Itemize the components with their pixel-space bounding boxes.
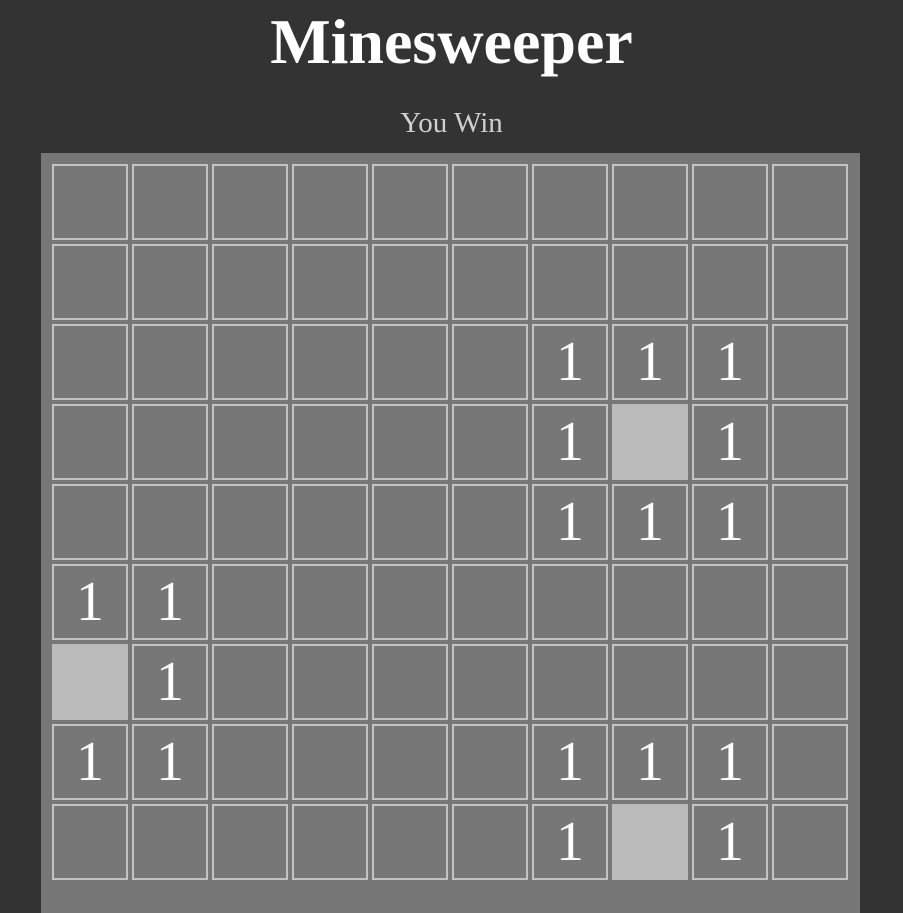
empty-cell[interactable] [292, 564, 368, 640]
empty-cell[interactable] [132, 484, 208, 560]
empty-cell[interactable] [372, 724, 448, 800]
empty-cell[interactable] [212, 804, 288, 880]
number-cell[interactable]: 1 [132, 644, 208, 720]
empty-cell[interactable] [212, 324, 288, 400]
empty-cell[interactable] [212, 164, 288, 240]
empty-cell[interactable] [132, 244, 208, 320]
number-cell[interactable]: 1 [692, 404, 768, 480]
empty-cell[interactable] [772, 324, 848, 400]
number-cell[interactable]: 1 [52, 724, 128, 800]
empty-cell[interactable] [772, 164, 848, 240]
empty-cell[interactable] [132, 324, 208, 400]
number-cell[interactable]: 1 [532, 804, 608, 880]
number-cell[interactable]: 1 [532, 404, 608, 480]
empty-cell[interactable] [612, 244, 688, 320]
number-cell[interactable]: 1 [612, 724, 688, 800]
empty-cell[interactable] [772, 244, 848, 320]
empty-cell[interactable] [372, 404, 448, 480]
number-cell[interactable]: 1 [692, 724, 768, 800]
number-cell[interactable]: 1 [532, 324, 608, 400]
empty-cell[interactable] [532, 244, 608, 320]
number-cell[interactable]: 1 [692, 804, 768, 880]
empty-cell[interactable] [292, 164, 368, 240]
number-cell[interactable]: 1 [692, 324, 768, 400]
empty-cell[interactable] [372, 644, 448, 720]
empty-cell[interactable] [532, 644, 608, 720]
number-cell[interactable]: 1 [532, 484, 608, 560]
empty-cell[interactable] [452, 404, 528, 480]
empty-cell[interactable] [452, 724, 528, 800]
empty-cell[interactable] [292, 804, 368, 880]
empty-cell[interactable] [292, 244, 368, 320]
empty-cell[interactable] [772, 724, 848, 800]
empty-cell[interactable] [52, 164, 128, 240]
empty-cell[interactable] [292, 324, 368, 400]
empty-cell[interactable] [372, 804, 448, 880]
game-board: 111111111111111111 [41, 153, 860, 913]
empty-cell[interactable] [452, 244, 528, 320]
mine-cell[interactable] [52, 644, 128, 720]
game-status: You Win [400, 107, 503, 139]
empty-cell[interactable] [452, 484, 528, 560]
empty-cell[interactable] [292, 644, 368, 720]
empty-cell[interactable] [52, 804, 128, 880]
empty-cell[interactable] [52, 484, 128, 560]
empty-cell[interactable] [212, 244, 288, 320]
empty-cell[interactable] [372, 324, 448, 400]
number-cell[interactable]: 1 [612, 484, 688, 560]
number-cell[interactable]: 1 [132, 564, 208, 640]
empty-cell[interactable] [132, 404, 208, 480]
empty-cell[interactable] [212, 484, 288, 560]
empty-cell[interactable] [292, 724, 368, 800]
empty-cell[interactable] [532, 164, 608, 240]
empty-cell[interactable] [692, 244, 768, 320]
number-cell[interactable]: 1 [132, 724, 208, 800]
empty-cell[interactable] [372, 484, 448, 560]
page-title: Minesweeper [270, 6, 633, 77]
empty-cell[interactable] [772, 404, 848, 480]
empty-cell[interactable] [452, 164, 528, 240]
empty-cell[interactable] [52, 404, 128, 480]
empty-cell[interactable] [452, 564, 528, 640]
empty-cell[interactable] [132, 164, 208, 240]
empty-cell[interactable] [212, 644, 288, 720]
empty-cell[interactable] [692, 164, 768, 240]
empty-cell[interactable] [612, 164, 688, 240]
number-cell[interactable]: 1 [532, 724, 608, 800]
empty-cell[interactable] [612, 564, 688, 640]
empty-cell[interactable] [452, 324, 528, 400]
empty-cell[interactable] [692, 644, 768, 720]
mine-cell[interactable] [612, 404, 688, 480]
empty-cell[interactable] [372, 164, 448, 240]
empty-cell[interactable] [532, 564, 608, 640]
empty-cell[interactable] [292, 484, 368, 560]
empty-cell[interactable] [212, 724, 288, 800]
empty-cell[interactable] [772, 644, 848, 720]
empty-cell[interactable] [692, 564, 768, 640]
empty-cell[interactable] [772, 564, 848, 640]
empty-cell[interactable] [52, 244, 128, 320]
empty-cell[interactable] [372, 564, 448, 640]
empty-cell[interactable] [772, 484, 848, 560]
empty-cell[interactable] [452, 644, 528, 720]
empty-cell[interactable] [212, 404, 288, 480]
empty-cell[interactable] [212, 564, 288, 640]
empty-cell[interactable] [612, 644, 688, 720]
empty-cell[interactable] [772, 804, 848, 880]
empty-cell[interactable] [132, 804, 208, 880]
mine-cell[interactable] [612, 804, 688, 880]
empty-cell[interactable] [372, 244, 448, 320]
empty-cell[interactable] [292, 404, 368, 480]
number-cell[interactable]: 1 [612, 324, 688, 400]
empty-cell[interactable] [452, 804, 528, 880]
number-cell[interactable]: 1 [692, 484, 768, 560]
empty-cell[interactable] [52, 324, 128, 400]
number-cell[interactable]: 1 [52, 564, 128, 640]
